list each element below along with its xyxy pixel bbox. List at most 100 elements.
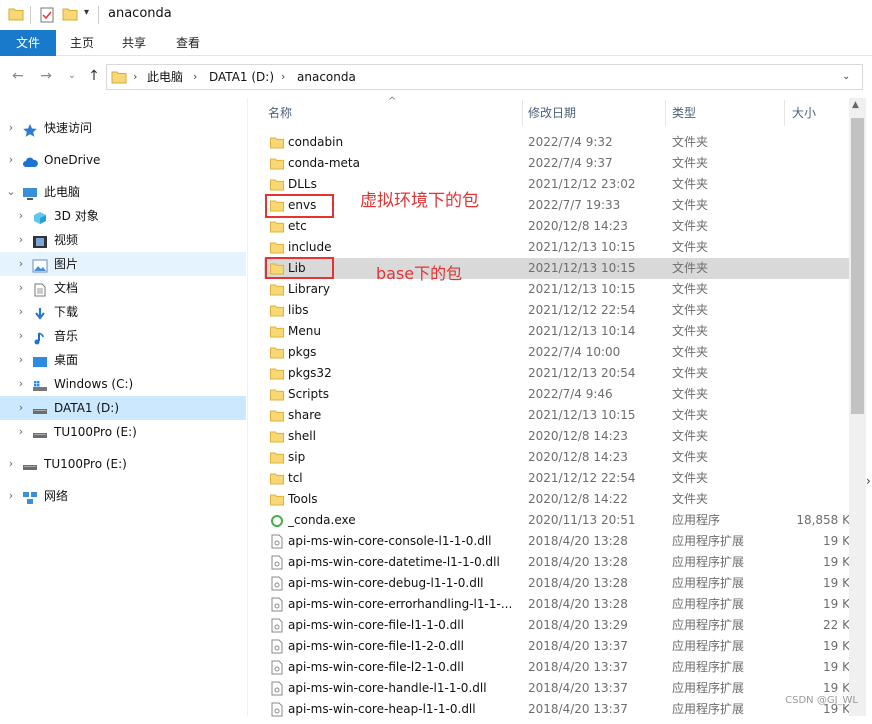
file-row[interactable]: pkgs322021/12/13 20:54文件夹 [264,363,850,384]
file-row[interactable]: api-ms-win-core-debug-l1-1-0.dll2018/4/2… [264,573,850,594]
chevron-right-icon[interactable]: › [16,324,26,348]
file-row[interactable]: api-ms-win-core-console-l1-1-0.dll2018/4… [264,531,850,552]
chevron-down-icon[interactable]: ⌄ [6,180,16,204]
column-header-date[interactable]: 修改日期 [528,102,576,124]
file-name: api-ms-win-core-heap-l1-1-0.dll [288,699,522,720]
tab-home[interactable]: 主页 [58,30,106,56]
sidebar-item[interactable]: ⌄此电脑 [0,180,246,204]
file-modified-date: 2018/4/20 13:28 [528,594,668,615]
forward-arrow-icon[interactable]: → [38,68,54,84]
file-row[interactable]: api-ms-win-core-errorhandling-l1-1-...20… [264,594,850,615]
sidebar-item-label: 网络 [44,484,68,508]
sidebar-item[interactable]: ›桌面 [0,348,246,372]
file-row[interactable]: Library2021/12/13 10:15文件夹 [264,279,850,300]
file-name: libs [288,300,522,321]
file-type: 应用程序扩展 [672,657,782,678]
sidebar-item[interactable]: ›TU100Pro (E:) [0,452,246,476]
sidebar-item[interactable]: ›文档 [0,276,246,300]
sidebar-item[interactable]: ›视频 [0,228,246,252]
file-row[interactable]: tcl2021/12/12 22:54文件夹 [264,468,850,489]
chevron-right-icon[interactable]: › [16,300,26,324]
file-row[interactable]: api-ms-win-core-file-l1-1-0.dll2018/4/20… [264,615,850,636]
chevron-right-icon[interactable]: › [16,420,26,444]
file-row[interactable]: Menu2021/12/13 10:14文件夹 [264,321,850,342]
chevron-right-icon[interactable]: › [6,484,16,508]
file-row[interactable]: Scripts2022/7/4 9:46文件夹 [264,384,850,405]
file-row[interactable]: shell2020/12/8 14:23文件夹 [264,426,850,447]
file-row[interactable]: api-ms-win-core-datetime-l1-1-0.dll2018/… [264,552,850,573]
new-folder-icon[interactable] [62,7,78,21]
column-header-type[interactable]: 类型 [672,102,696,124]
recent-locations-chevron-icon[interactable]: ⌄ [64,68,80,84]
column-divider[interactable] [522,100,523,126]
file-row[interactable]: Lib2021/12/13 10:15文件夹 [264,258,850,279]
tab-view[interactable]: 查看 [162,30,214,56]
file-row[interactable]: DLLs2021/12/12 23:02文件夹 [264,174,850,195]
chevron-right-icon[interactable]: › [6,148,16,172]
address-dropdown-chevron-icon[interactable]: ⌄ [842,65,850,89]
customize-toolbar-icon[interactable]: ▾ [84,7,89,18]
file-row[interactable]: share2021/12/13 10:15文件夹 [264,405,850,426]
column-header-size[interactable]: 大小 [792,102,816,124]
up-arrow-icon[interactable]: ↑ [86,68,102,84]
file-type: 应用程序扩展 [672,594,782,615]
column-divider[interactable] [784,100,785,126]
dll-icon [270,576,284,591]
chevron-right-icon[interactable]: › [16,204,26,228]
sidebar-item[interactable]: › 网络 [0,484,246,508]
sidebar-item[interactable]: ›快速访问 [0,116,246,140]
breadcrumb-anaconda[interactable]: anaconda [297,65,356,89]
sidebar-item[interactable]: ›3D 对象 [0,204,246,228]
file-row[interactable]: api-ms-win-core-handle-l1-1-0.dll2018/4/… [264,678,850,699]
file-row[interactable]: conda-meta2022/7/4 9:37文件夹 [264,153,850,174]
file-row[interactable]: Tools2020/12/8 14:22文件夹 [264,489,850,510]
file-row[interactable]: include2021/12/13 10:15文件夹 [264,237,850,258]
file-modified-date: 2018/4/20 13:29 [528,615,668,636]
chevron-right-icon[interactable]: › [6,116,16,140]
file-row[interactable]: _conda.exe2020/11/13 20:51应用程序18,858 K [264,510,850,531]
breadcrumb-this-pc[interactable]: 此电脑 [147,65,183,89]
sidebar-item[interactable]: ›OneDrive [0,148,246,172]
vertical-scrollbar[interactable]: ▲ [849,98,866,716]
breadcrumb-separator-icon[interactable]: › [193,65,197,89]
sidebar-item[interactable]: ›TU100Pro (E:) [0,420,246,444]
sidebar-item[interactable]: ›图片 [0,252,246,276]
breadcrumb-drive[interactable]: DATA1 (D:) [209,65,274,89]
window-title: anaconda [108,6,172,21]
address-bar[interactable]: › 此电脑 › DATA1 (D:) › anaconda ⌄ [106,64,863,90]
sidebar-item[interactable]: ›Windows (C:) [0,372,246,396]
file-row[interactable]: envs2022/7/7 19:33文件夹 [264,195,850,216]
chevron-right-icon[interactable]: › [16,252,26,276]
file-row[interactable]: condabin2022/7/4 9:32文件夹 [264,132,850,153]
properties-icon[interactable] [40,7,54,23]
annotation-lib-note: base下的包 [376,260,462,284]
sidebar-item[interactable]: ›DATA1 (D:) [0,396,246,420]
tab-share[interactable]: 共享 [110,30,158,56]
sidebar-item[interactable]: ›下载 [0,300,246,324]
scrollbar-thumb[interactable] [851,118,864,414]
chevron-right-icon[interactable]: › [16,348,26,372]
file-name: include [288,237,522,258]
chevron-right-icon[interactable]: › [6,452,16,476]
back-arrow-icon[interactable]: ← [10,68,26,84]
column-header-name[interactable]: 名称 [268,102,292,124]
file-row[interactable]: etc2020/12/8 14:23文件夹 [264,216,850,237]
tab-file[interactable]: 文件 [0,30,56,56]
sidebar-item[interactable]: ›音乐 [0,324,246,348]
chevron-right-icon[interactable]: › [16,396,26,420]
chevron-right-icon[interactable]: › [16,276,26,300]
divider [98,6,99,24]
chevron-right-icon[interactable]: › [16,372,26,396]
file-row[interactable]: api-ms-win-core-file-l2-1-0.dll2018/4/20… [264,657,850,678]
file-row[interactable]: libs2021/12/12 22:54文件夹 [264,300,850,321]
file-name: api-ms-win-core-console-l1-1-0.dll [288,531,522,552]
chevron-right-icon[interactable]: › [16,228,26,252]
scroll-up-arrow-icon[interactable]: ▲ [852,100,859,110]
breadcrumb-separator-icon[interactable]: › [281,65,285,89]
column-divider[interactable] [665,100,666,126]
file-row[interactable]: pkgs2022/7/4 10:00文件夹 [264,342,850,363]
file-row[interactable]: sip2020/12/8 14:23文件夹 [264,447,850,468]
file-row[interactable]: api-ms-win-core-file-l1-2-0.dll2018/4/20… [264,636,850,657]
breadcrumb-separator-icon[interactable]: › [133,65,137,89]
file-row[interactable]: api-ms-win-core-heap-l1-1-0.dll2018/4/20… [264,699,850,720]
